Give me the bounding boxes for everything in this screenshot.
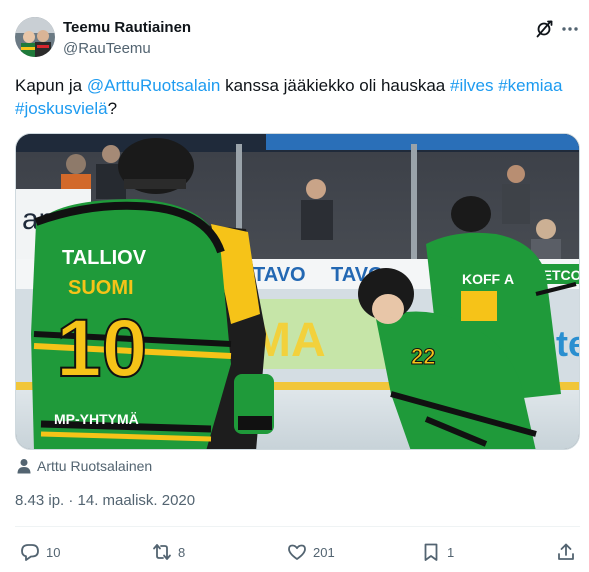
- timestamp[interactable]: 8.43 ip. · 14. maalisk. 2020: [15, 492, 195, 509]
- bookmark-count: 1: [447, 544, 455, 560]
- reply-button[interactable]: 10: [20, 540, 60, 564]
- tweet-text-segment: Kapun ja: [15, 76, 87, 95]
- person-icon: [17, 459, 31, 474]
- jersey-sponsor: MP-YHTYMÄ: [54, 411, 139, 427]
- tagged-people[interactable]: Arttu Ruotsalainen: [17, 456, 152, 476]
- hashtag-link[interactable]: #joskusvielä: [15, 99, 108, 118]
- reply-count: 10: [46, 544, 61, 560]
- repost-icon: [153, 544, 171, 560]
- tweet: Teemu Rautiainen @RauTeemu Kapun ja @Art…: [0, 0, 589, 572]
- grok-icon[interactable]: [534, 19, 554, 39]
- like-count: 201: [313, 544, 335, 560]
- tagged-user[interactable]: Arttu Ruotsalainen: [37, 458, 152, 474]
- reply-icon: [21, 544, 39, 561]
- like-icon: [288, 544, 306, 560]
- jersey-letter: A: [504, 271, 514, 287]
- author-name[interactable]: Teemu Rautiainen: [63, 19, 191, 36]
- author-handle[interactable]: @RauTeemu: [63, 40, 151, 57]
- avatar[interactable]: [15, 17, 55, 57]
- tweet-text-segment: kanssa jääkiekko oli hauskaa: [220, 76, 450, 95]
- bookmark-button[interactable]: 1: [421, 540, 454, 564]
- share-icon: [558, 543, 574, 560]
- jersey-number: 10: [56, 303, 147, 394]
- hashtag-link[interactable]: #ilves: [450, 76, 493, 95]
- share-button[interactable]: [556, 540, 576, 564]
- tweet-text-segment: ?: [107, 99, 118, 118]
- action-bar: 10 8 201 1: [15, 540, 580, 564]
- repost-count: 8: [178, 544, 186, 560]
- rink-ad-text: TAVO: [253, 264, 306, 286]
- jersey-sponsor: KOFF: [462, 271, 501, 287]
- like-button[interactable]: 201: [287, 540, 335, 564]
- jersey-name: TALLIOV: [62, 247, 147, 269]
- more-icon[interactable]: [560, 19, 580, 39]
- hashtag-link[interactable]: #kemiaa: [498, 76, 562, 95]
- repost-button[interactable]: 8: [152, 540, 185, 564]
- divider: [15, 526, 580, 527]
- mention-link[interactable]: @ArttuRuotsalain: [87, 76, 221, 95]
- tweet-text: Kapun ja @ArttuRuotsalain kanssa jääkiek…: [15, 74, 580, 120]
- tweet-photo[interactable]: apt TAVO TAVO METCO MA ete 10: [15, 133, 580, 450]
- bookmark-icon: [424, 543, 438, 561]
- jersey-number: 22: [411, 344, 435, 369]
- jersey-sub: SUOMI: [68, 277, 134, 299]
